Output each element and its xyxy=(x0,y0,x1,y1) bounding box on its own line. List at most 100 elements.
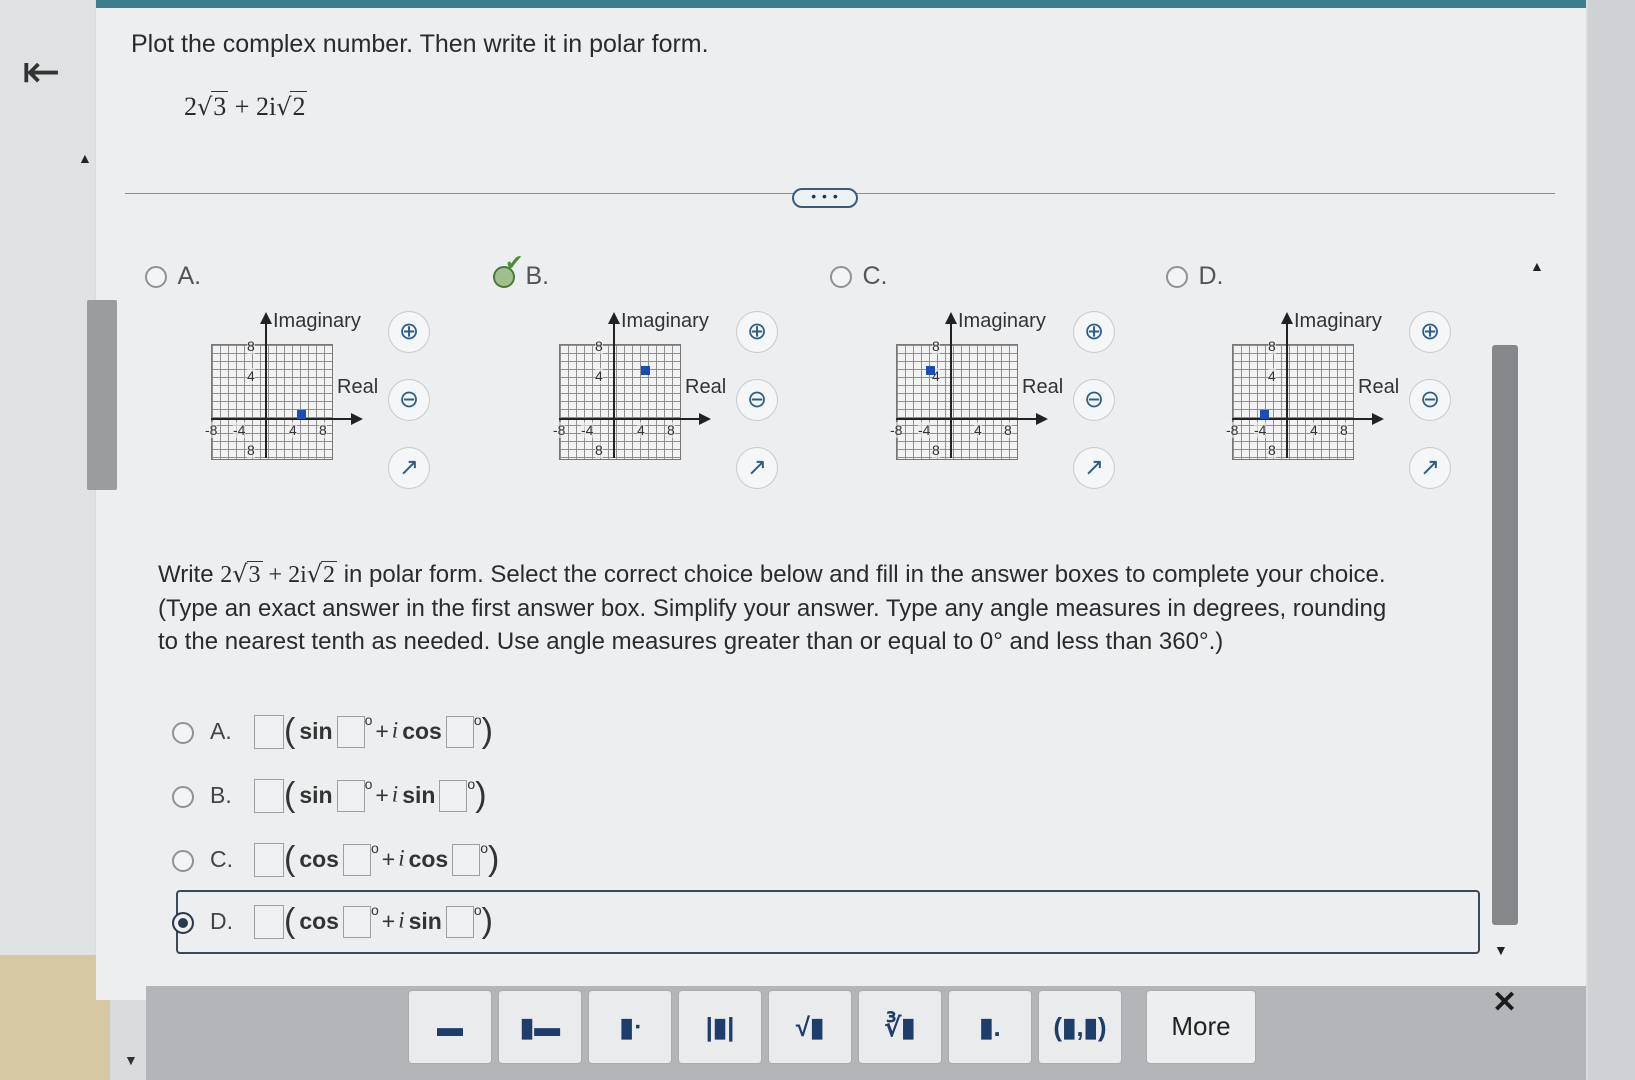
back-icon[interactable]: ⇤ xyxy=(22,46,82,96)
tick-label: 8 xyxy=(1004,422,1012,438)
angle-input-box-1[interactable] xyxy=(336,715,365,748)
open-paren: ( xyxy=(284,902,296,940)
tick-label: 8 xyxy=(667,422,675,438)
ordered-pair-button[interactable]: (▮,▮) xyxy=(1038,990,1122,1064)
answer-choice-radio[interactable] xyxy=(172,912,194,934)
imaginary-axis-label: Imaginary xyxy=(958,310,1046,332)
angle-input-box-2[interactable] xyxy=(452,843,481,876)
more-button[interactable]: More xyxy=(1146,990,1256,1064)
exponent-button[interactable]: ▮ᐧ xyxy=(588,990,672,1064)
modulus-input-box[interactable] xyxy=(254,714,284,749)
absolute-value-button[interactable]: |▮| xyxy=(678,990,762,1064)
real-axis xyxy=(211,413,363,425)
imaginary-unit: i xyxy=(398,907,405,933)
graph-choice-radio[interactable] xyxy=(1166,265,1188,288)
tick-label: 8 xyxy=(595,442,603,458)
answer-choice-radio[interactable] xyxy=(172,722,194,744)
complex-number-expression: 2√3 + 2i√2 xyxy=(184,91,308,122)
answer-choice-radio[interactable] xyxy=(172,850,194,872)
angle-input-box-1[interactable] xyxy=(336,779,365,812)
zoom-in-icon[interactable]: ⊕ xyxy=(389,312,429,352)
rail-scroll-down-icon[interactable]: ▼ xyxy=(124,1052,138,1068)
plotted-point xyxy=(297,410,306,419)
radical-icon: √ xyxy=(232,560,248,588)
zoom-in-icon[interactable]: ⊕ xyxy=(737,312,777,352)
plus-sign: + xyxy=(381,908,396,934)
open-paren: ( xyxy=(284,712,296,750)
divider-expand-handle[interactable]: • • • xyxy=(792,188,858,208)
plus-sign: + xyxy=(381,846,396,872)
open-paren: ( xyxy=(284,840,296,878)
answer-template: (sin o + i sin o) xyxy=(254,776,487,815)
graph-choice: ✔ B. Imaginary Real 8 4 -8 -4 4 8 8 ⊕ ⊖ … xyxy=(493,250,813,492)
angle-input-box-2[interactable] xyxy=(445,715,474,748)
imaginary-axis xyxy=(608,312,620,458)
tick-label: 4 xyxy=(974,422,982,438)
expr-radicand-a: 3 xyxy=(211,91,229,121)
zoom-in-icon[interactable]: ⊕ xyxy=(1410,312,1450,352)
trig-function-1: cos xyxy=(299,908,339,934)
zoom-out-icon[interactable]: ⊖ xyxy=(1410,380,1450,420)
graph-grid xyxy=(1232,344,1354,460)
complex-plane-graph[interactable]: Imaginary Real 8 4 -8 -4 4 8 8 xyxy=(1224,310,1399,460)
vertical-scrollbar[interactable] xyxy=(1492,345,1518,925)
real-axis-label: Real xyxy=(685,376,727,398)
answer-choice: A. (sin o + i cos o) xyxy=(172,712,1472,760)
tick-label: 4 xyxy=(595,368,603,384)
real-axis-label: Real xyxy=(337,376,379,398)
graph-choice-radio[interactable] xyxy=(830,265,852,288)
graph-choice: A. Imaginary Real 8 4 -8 -4 4 8 8 ⊕ ⊖ ↗ xyxy=(145,262,465,492)
graph-choice-label: C. xyxy=(862,262,888,290)
square-root-button[interactable]: √▮ xyxy=(768,990,852,1064)
angle-input-box-2[interactable] xyxy=(439,779,468,812)
prompt-hint-2: to the nearest tenth as needed. Use angl… xyxy=(158,628,1224,655)
tick-label: 8 xyxy=(319,422,327,438)
tick-label: -8 xyxy=(553,422,566,438)
complex-plane-graph[interactable]: Imaginary Real 8 4 -8 -4 4 8 8 xyxy=(203,310,378,460)
popout-icon[interactable]: ↗ xyxy=(1410,448,1450,488)
expr-coef-a: 2 xyxy=(184,92,197,121)
trig-function-2: sin xyxy=(402,782,436,808)
popout-icon[interactable]: ↗ xyxy=(389,448,429,488)
tick-label: 8 xyxy=(932,338,940,354)
zoom-out-icon[interactable]: ⊖ xyxy=(389,380,429,420)
correct-check-icon: ✔ xyxy=(505,250,524,275)
expr-radicand-b: 2 xyxy=(290,91,308,121)
rail-scroll-up-icon[interactable]: ▲ xyxy=(78,150,92,166)
answer-choice-label: A. xyxy=(210,718,232,744)
real-axis xyxy=(559,413,711,425)
scroll-down-icon[interactable]: ▼ xyxy=(1494,942,1508,958)
popout-icon[interactable]: ↗ xyxy=(737,448,777,488)
plotted-point xyxy=(1260,410,1269,419)
tick-label: -4 xyxy=(233,422,246,438)
fraction-button[interactable]: ▬ xyxy=(408,990,492,1064)
complex-plane-graph[interactable]: Imaginary Real 8 4 -8 -4 4 8 8 xyxy=(551,310,726,460)
graph-choice-radio[interactable] xyxy=(145,265,167,288)
imaginary-unit: i xyxy=(391,717,399,743)
answer-choice-radio[interactable] xyxy=(172,786,194,808)
zoom-in-icon[interactable]: ⊕ xyxy=(1074,312,1114,352)
zoom-out-icon[interactable]: ⊖ xyxy=(1074,380,1114,420)
degree-symbol: o xyxy=(364,712,373,728)
polar-prompt-line: Write 2√3 + 2i√2 in polar form. Select t… xyxy=(158,558,1478,592)
zoom-out-icon[interactable]: ⊖ xyxy=(737,380,777,420)
tick-label: 8 xyxy=(595,338,603,354)
trig-function-1: cos xyxy=(299,846,339,872)
decimal-button[interactable]: ▮. xyxy=(948,990,1032,1064)
modulus-input-box[interactable] xyxy=(254,842,284,877)
tick-label: 8 xyxy=(247,442,255,458)
mixed-number-button[interactable]: ▮▬ xyxy=(498,990,582,1064)
imaginary-axis-label: Imaginary xyxy=(1294,310,1382,332)
modulus-input-box[interactable] xyxy=(254,904,284,939)
modulus-input-box[interactable] xyxy=(254,778,284,813)
nth-root-button[interactable]: ∛▮ xyxy=(858,990,942,1064)
angle-input-box-1[interactable] xyxy=(342,843,371,876)
popout-icon[interactable]: ↗ xyxy=(1074,448,1114,488)
angle-input-box-1[interactable] xyxy=(342,905,371,938)
complex-plane-graph[interactable]: Imaginary Real 8 4 -8 -4 4 8 8 xyxy=(888,310,1063,460)
close-toolbar-icon[interactable]: ✕ xyxy=(1492,985,1517,1020)
rail-scrollbar[interactable] xyxy=(87,300,117,490)
plotted-point xyxy=(926,366,935,375)
scroll-up-icon[interactable]: ▲ xyxy=(1530,258,1544,274)
angle-input-box-2[interactable] xyxy=(445,905,474,938)
